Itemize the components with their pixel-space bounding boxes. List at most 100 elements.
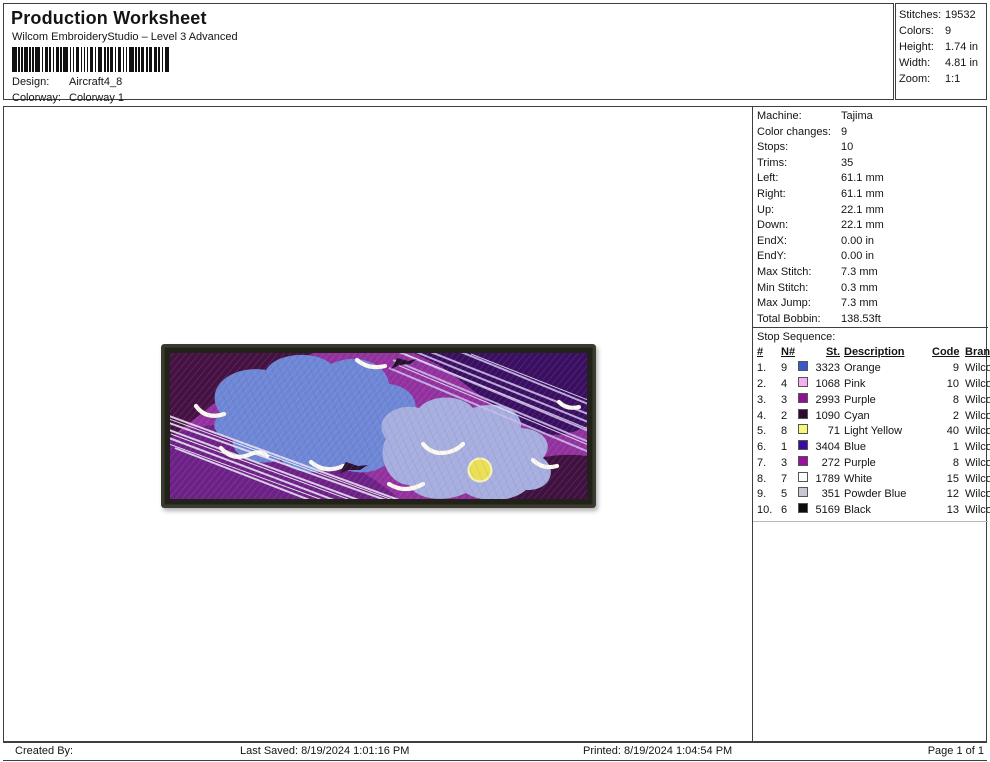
stop-row-brand: Wilcom	[965, 377, 990, 390]
stop-row-needle: 8	[781, 425, 788, 438]
stop-row: 3. 3 2993 Purple 8 Wilcom	[757, 392, 990, 409]
machine-info-value: Tajima	[841, 110, 873, 122]
machine-info-label: Machine:	[757, 110, 802, 122]
summary-value: 19532	[945, 9, 976, 21]
summary-label: Stitches:	[899, 9, 942, 21]
stop-row-number: 7.	[757, 456, 767, 469]
stop-row-code: 9	[952, 362, 959, 375]
page-title: Production Worksheet	[11, 8, 207, 28]
design-name-row: Design: Aircraft4_8	[12, 76, 122, 88]
stop-row-brand: Wilcom	[965, 488, 990, 501]
machine-info-label: Trims:	[757, 156, 788, 169]
stop-row-stitches: 1090	[815, 409, 840, 422]
stop-row: 10. 6 5169 Black 13 Wilcom	[757, 503, 990, 519]
stop-row-number: 4.	[757, 409, 767, 422]
footer-last-saved: Last Saved: 8/19/2024 1:01:16 PM	[240, 745, 410, 757]
stop-row-code: 40	[946, 425, 959, 438]
machine-info-row: Down: 22.1 mm	[757, 218, 988, 234]
stop-row-number: 8.	[757, 472, 767, 485]
machine-info-row: Stops: 10	[757, 140, 988, 156]
stop-row-stitches: 71	[827, 425, 840, 438]
machine-info-row: Left: 61.1 mm	[757, 171, 988, 187]
summary-value: 4.81 in	[945, 57, 979, 69]
colorway-row: Colorway: Colorway 1	[12, 92, 124, 104]
thread-color-swatch	[798, 455, 808, 466]
stop-table-header: # N# St. Description Code Brand	[757, 345, 990, 361]
thread-color-swatch	[798, 503, 808, 514]
stop-row-code: 13	[946, 504, 959, 517]
machine-info-label: Color changes:	[757, 125, 831, 138]
col-description: Description	[844, 346, 905, 359]
machine-info-value: 7.3 mm	[841, 265, 878, 278]
header-left-box: Production Worksheet Wilcom EmbroiderySt…	[3, 3, 894, 104]
stop-row-stitches: 272	[821, 456, 840, 469]
content-box: Machine: Tajima Color changes: 9 Stops: …	[3, 106, 990, 742]
stop-row-needle: 5	[781, 488, 788, 501]
stop-row-description: Purple	[844, 456, 876, 469]
stop-row-brand: Wilcom	[965, 409, 990, 422]
stop-row-number: 5.	[757, 425, 767, 438]
machine-info-label: Max Jump:	[757, 297, 811, 310]
stop-row-description: White	[844, 472, 873, 485]
summary-value: 9	[945, 25, 952, 37]
thread-color-swatch	[798, 424, 808, 435]
stop-row: 7. 3 272 Purple 8 Wilcom	[757, 455, 990, 472]
col-code: Code	[932, 346, 960, 359]
stop-row-needle: 3	[781, 456, 788, 469]
machine-info-label: Down:	[757, 219, 789, 232]
summary-label: Height:	[899, 41, 934, 53]
summary-row: Stitches: 19532	[899, 7, 986, 23]
col-brand: Brand	[965, 346, 990, 359]
machine-info-value: 0.00 in	[841, 234, 875, 247]
machine-info-value: 22.1 mm	[841, 203, 884, 216]
summary-label: Width:	[899, 57, 931, 69]
machine-info-row: Up: 22.1 mm	[757, 203, 988, 219]
machine-info-label: Right:	[757, 187, 786, 200]
stop-row: 4. 2 1090 Cyan 2 Wilcom	[757, 408, 990, 425]
summary-label: Zoom:	[899, 73, 931, 85]
footer-created-by: Created By:	[15, 745, 74, 757]
colorway-label: Colorway:	[12, 92, 61, 104]
machine-info-label: Total Bobbin:	[757, 312, 821, 325]
machine-info-row: Machine: Tajima	[757, 109, 988, 125]
machine-info-value: 9	[841, 125, 848, 138]
design-preview	[161, 344, 596, 508]
machine-info-row: EndX: 0.00 in	[757, 234, 988, 250]
stop-row-brand: Wilcom	[965, 362, 990, 375]
summary-row: Height: 1.74 in	[899, 39, 986, 55]
barcode-icon	[12, 47, 176, 72]
thread-color-swatch	[798, 487, 808, 498]
stop-sequence-title: Stop Sequence:	[757, 331, 836, 344]
stop-row-description: Black	[844, 504, 871, 517]
stop-row-stitches: 1789	[815, 472, 840, 485]
stop-row: 6. 1 3404 Blue 1 Wilcom	[757, 440, 990, 456]
stop-row-stitches: 2993	[815, 393, 840, 406]
stop-row-needle: 7	[781, 472, 788, 485]
stop-row-stitches: 351	[821, 488, 840, 501]
thread-color-swatch	[798, 392, 808, 403]
stop-row-number: 3.	[757, 393, 767, 406]
stop-row: 5. 8 71 Light Yellow 40 Wilcom	[757, 424, 990, 440]
summary-row: Width: 4.81 in	[899, 55, 986, 71]
machine-info-value: 35	[841, 156, 854, 169]
stop-row-description: Light Yellow	[844, 425, 903, 438]
machine-info-label: Max Stitch:	[757, 265, 812, 278]
stop-table-rows: 1. 9 3323 Orange 9 Wilcom 2. 4 1068	[757, 361, 990, 519]
machine-info-row: Max Jump: 7.3 mm	[757, 296, 988, 312]
stop-row-brand: Wilcom	[965, 472, 990, 485]
machine-info-panel: Machine: Tajima Color changes: 9 Stops: …	[752, 107, 990, 741]
summary-label: Colors:	[899, 25, 934, 37]
stop-row-description: Pink	[844, 377, 866, 390]
footer-page-number: Page 1 of 1	[927, 745, 984, 757]
design-label: Design:	[12, 76, 50, 88]
design-value: Aircraft4_8	[69, 76, 123, 88]
summary-value: 1.74 in	[945, 41, 979, 53]
thread-color-swatch	[798, 408, 808, 419]
summary-value: 1:1	[945, 73, 961, 85]
summary-row: Colors: 9	[899, 23, 986, 39]
thread-color-swatch	[798, 471, 808, 482]
stop-row-brand: Wilcom	[965, 393, 990, 406]
stop-row-description: Cyan	[844, 409, 870, 422]
machine-info-label: Up:	[757, 203, 775, 216]
thread-color-swatch	[798, 361, 808, 372]
